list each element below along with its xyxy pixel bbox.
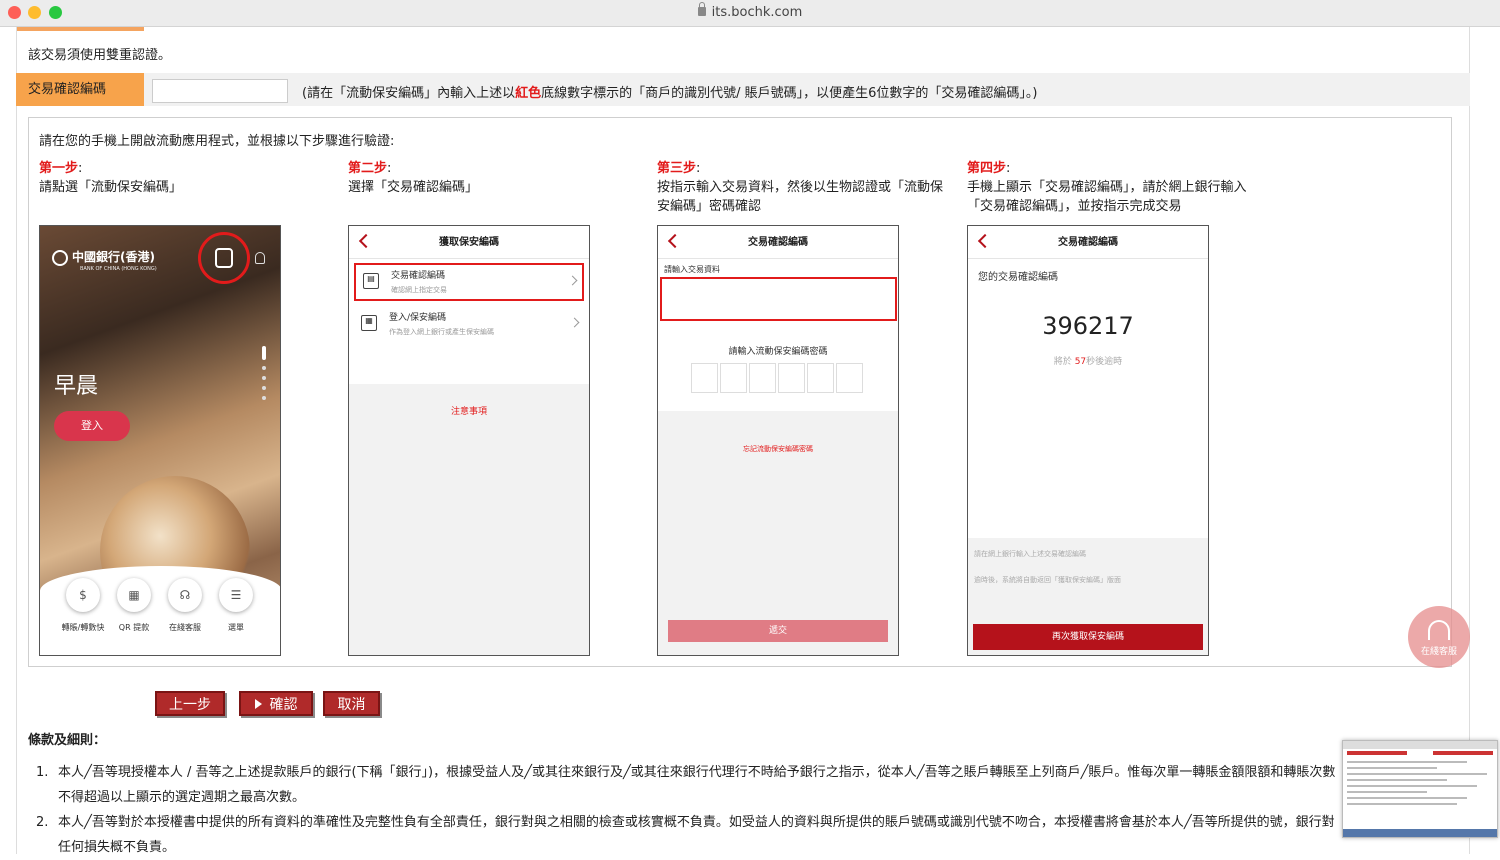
phone2-header: 獲取保安編碼 (349, 226, 589, 259)
steps-intro: 請在您的手機上開啟流動應用程式，並根據以下步驟進行驗證: (39, 134, 395, 149)
code-note-red: 紅色 (515, 86, 542, 101)
menu-icon: ☰ (219, 578, 253, 612)
step-4-title: 第四步: (967, 161, 1011, 176)
step-1-text: 請點選「流動保安編碼」 (39, 180, 183, 195)
bank-logo-sub: BANK OF CHINA (HONG KONG) (80, 266, 157, 272)
greeting: 早晨 (54, 374, 99, 399)
step-2-text: 選擇「交易確認編碼」 (348, 180, 479, 195)
browser-titlebar: its.bochk.com (0, 0, 1500, 27)
pin-box (720, 363, 747, 393)
terms-item: 1. 本人╱吾等現授權本人 / 吾等之上述提款賬戶的銀行(下稱「銀行」)，根據受益… (36, 765, 1336, 805)
step-2-title: 第二步: (348, 161, 392, 176)
qr-icon: ▦ (117, 578, 151, 612)
pin-box (778, 363, 805, 393)
terms-title: 條款及細則： (28, 733, 107, 748)
quick-label-menu: 選單 (228, 623, 244, 632)
step-1-title: 第一步: (39, 161, 83, 176)
page-indicator (262, 346, 266, 416)
two-factor-notice: 該交易須使用雙重認證。 (28, 48, 172, 63)
step-4-text: 手機上顯示「交易確認編碼」，請於網上銀行輸入「交易確認編碼」，並按指示完成交易 (967, 180, 1247, 214)
pin-box (807, 363, 834, 393)
back-chevron-icon (977, 233, 993, 249)
back-chevron-icon (358, 233, 374, 249)
code-label: 交易確認編碼 (16, 73, 144, 106)
option-transaction-code: ▤ 交易確認編碼 確認網上指定交易 (354, 263, 584, 301)
play-icon (254, 699, 262, 709)
pin-label: 請輸入流動保安編碼密碼 (728, 347, 828, 357)
lock-icon (697, 2, 706, 16)
option-login-code: ▦ 登入/保安編碼 作為登入網上銀行或產生保安編碼 (354, 307, 584, 345)
phone-screenshot-enter-data: 交易確認編碼 請輸入交易資料 請輸入流動保安編碼密碼 忘記流動保安編碼密碼 遞交 (657, 225, 899, 656)
bank-logo: 中國銀行(香港) (52, 248, 155, 266)
phone-screenshot-code-result: 交易確認編碼 您的交易確認編碼 396217 將於 57秒後逾時 請在網上銀行輸… (967, 225, 1209, 656)
live-chat-label: 在綫客服 (1420, 647, 1457, 657)
phone-screenshot-home: 中國銀行(香港) BANK OF CHINA (HONG KONG) 早晨 登入… (39, 225, 281, 656)
cancel-button[interactable]: 取消 (323, 691, 380, 716)
forgot-pin-link: 忘記流動保安編碼密碼 (743, 445, 813, 453)
transfer-icon: $ (66, 578, 100, 612)
transaction-code: 396217 (1042, 312, 1134, 340)
pin-box (749, 363, 776, 393)
step-2: 第二步: 選擇「交易確認編碼」 (348, 159, 638, 197)
code-note-before: (請在「流動保安編碼」內輸入上述以 (302, 86, 516, 101)
notes-link: 注意事項 (450, 407, 487, 417)
live-chat-button[interactable]: 在綫客服 (1408, 606, 1470, 668)
phone4-header: 交易確認編碼 (968, 226, 1208, 259)
chevron-right-icon (569, 317, 580, 328)
terms-item: 2. 本人╱吾等對於本授權書中提供的所有資料的準確性及完整性負有全部責任，銀行對與… (36, 815, 1335, 855)
confirm-button[interactable]: 確認 (239, 691, 313, 716)
code-timer: 將於 57秒後逾時 (1053, 357, 1123, 367)
security-key-icon (215, 248, 233, 268)
transaction-data-label: 請輸入交易資料 (664, 265, 720, 274)
address-bar[interactable]: its.bochk.com (0, 2, 1500, 20)
note-2: 逾時後，系統將自動返回「獲取保安編碼」版面 (974, 576, 1121, 584)
submit-button: 遞交 (668, 620, 888, 642)
code-options-list: ▤ 交易確認編碼 確認網上指定交易 ▦ 登入/保安編碼 作為登入網上銀行或產生保… (349, 259, 589, 384)
back-chevron-icon (667, 233, 683, 249)
phone-screenshot-get-code: 獲取保安編碼 ▤ 交易確認編碼 確認網上指定交易 ▦ 登入/保安編碼 作為登入網… (348, 225, 590, 656)
keypad-icon: ▦ (361, 315, 377, 331)
pin-box (691, 363, 718, 393)
bell-icon (255, 252, 265, 264)
headset-icon: ☊ (168, 578, 202, 612)
code-note-after: 底線數字標示的「商戶的識別代號/ 賬戶號碼」，以便產生6位數字的「交易確認編碼」… (541, 86, 1038, 101)
previous-step-button[interactable]: 上一步 (155, 691, 225, 716)
phone3-header: 交易確認編碼 (658, 226, 898, 259)
message-icon: ▤ (363, 273, 379, 289)
chevron-right-icon (567, 275, 578, 286)
step-3-title: 第三步: (657, 161, 701, 176)
note-1: 請在網上銀行輸入上述交易確認編碼 (974, 550, 1086, 558)
step-4: 第四步: 手機上顯示「交易確認編碼」，請於網上銀行輸入「交易確認編碼」，並按指示… (967, 159, 1257, 216)
pin-box (836, 363, 863, 393)
transaction-code-input[interactable] (152, 79, 288, 103)
code-instruction: (請在「流動保安編碼」內輸入上述以紅色底線數字標示的「商戶的識別代號/ 賬戶號碼… (302, 82, 1037, 101)
your-code-label: 您的交易確認編碼 (978, 272, 1058, 283)
transaction-data-field (660, 277, 897, 321)
login-button: 登入 (54, 411, 130, 441)
screenshot-thumbnail[interactable] (1342, 740, 1498, 838)
url-text: its.bochk.com (711, 5, 803, 20)
terms-list: 1. 本人╱吾等現授權本人 / 吾等之上述提款賬戶的銀行(下稱「銀行」)，根據受益… (36, 760, 1346, 860)
headset-icon (1428, 620, 1450, 640)
step-3: 第三步: 按指示輸入交易資料，然後以生物認證或「流動保安編碼」密碼確認 (657, 159, 947, 216)
step-1: 第一步: 請點選「流動保安編碼」 (39, 159, 329, 197)
step-3-text: 按指示輸入交易資料，然後以生物認證或「流動保安編碼」密碼確認 (657, 180, 944, 214)
get-code-again-button: 再次獲取保安編碼 (973, 624, 1203, 650)
